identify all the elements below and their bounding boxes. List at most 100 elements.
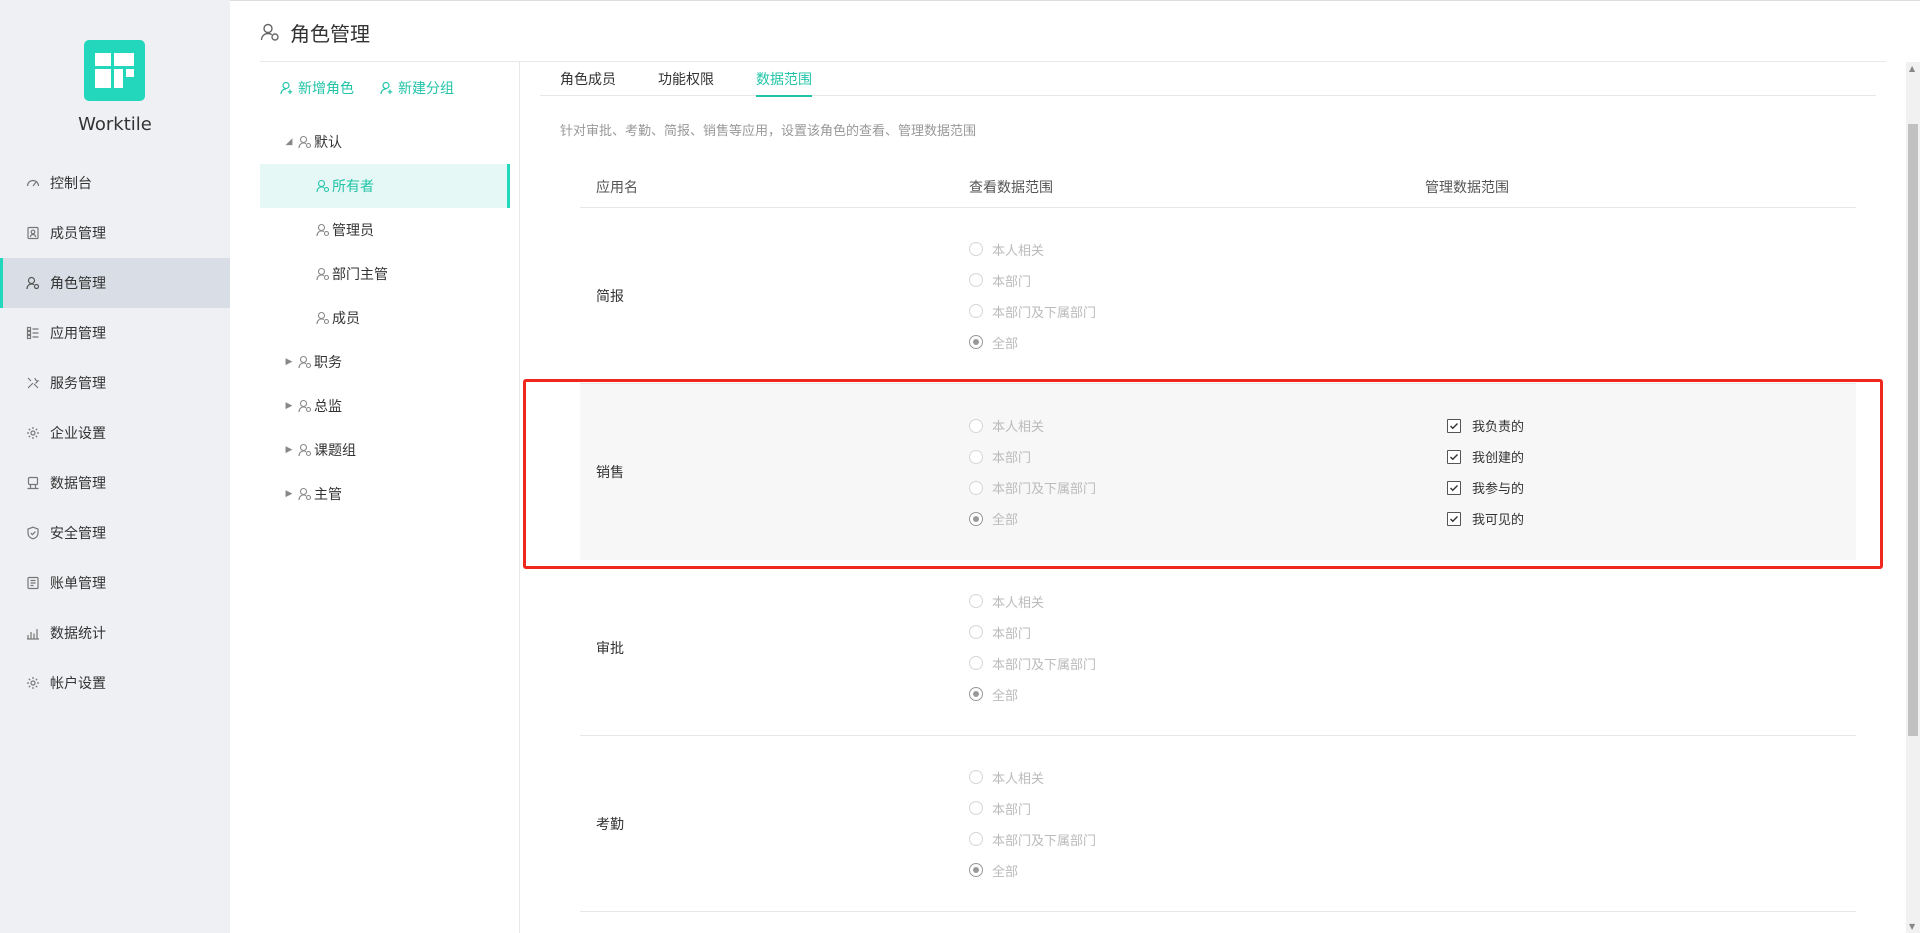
tab-1[interactable]: 功能权限 (658, 62, 714, 96)
radio-button-icon[interactable] (969, 335, 983, 349)
role-tree: ◢ 默认 所有者 管理员部门主管成员 ▶ 职务 ▶ 总监 ▶ 课题组 ▶ 主管 (260, 120, 510, 516)
manage-scope-checkbox[interactable]: 我负责的 (1447, 410, 1856, 441)
checkbox-checked-icon[interactable] (1447, 449, 1461, 464)
role-tree-item[interactable]: ▶ 职务 (260, 340, 510, 384)
view-scope-radio[interactable]: 本部门 (969, 441, 1415, 472)
checkbox-checked-icon[interactable] (1447, 418, 1461, 433)
radio-button-icon[interactable] (969, 770, 983, 784)
sidebar-item-label: 安全管理 (50, 526, 106, 542)
role-tree-item[interactable]: 所有者 (260, 164, 510, 208)
role-tree-item[interactable]: ▶ 主管 (260, 472, 510, 516)
view-scope-radio[interactable]: 本人相关 (969, 234, 1415, 265)
radio-button-icon[interactable] (969, 801, 983, 815)
radio-label: 本人相关 (992, 243, 1045, 259)
view-scope-radio[interactable]: 本部门及下属部门 (969, 648, 1415, 679)
bill-icon (26, 576, 40, 590)
sidebar-item-7[interactable]: 安全管理 (0, 508, 230, 558)
radio-button-icon[interactable] (969, 594, 983, 608)
view-scope-radio[interactable]: 本人相关 (969, 410, 1415, 441)
checkbox-label: 我负责的 (1472, 420, 1525, 435)
app-name: Worktile (78, 114, 152, 135)
caret-right-icon[interactable]: ▶ (284, 445, 294, 455)
view-scope-radio[interactable]: 全部 (969, 679, 1415, 710)
table-header: 应用名 查看数据范围 管理数据范围 (580, 166, 1856, 208)
user-icon (298, 443, 312, 457)
view-scope-cell: 本人相关本部门本部门及下属部门 全部 (955, 586, 1415, 710)
radio-button-icon[interactable] (969, 863, 983, 877)
data-scope-description: 针对审批、考勤、简报、销售等应用，设置该角色的查看、管理数据范围 (560, 124, 977, 139)
radio-button-icon[interactable] (969, 832, 983, 846)
sidebar-item-4[interactable]: 服务管理 (0, 358, 230, 408)
caret-down-icon[interactable]: ◢ (284, 137, 294, 147)
sidebar-item-10[interactable]: 帐户设置 (0, 658, 230, 708)
role-tree-label: 职务 (314, 355, 342, 371)
sidebar-item-3[interactable]: 应用管理 (0, 308, 230, 358)
view-scope-radio-group: 本人相关本部门本部门及下属部门 全部 (969, 586, 1415, 710)
radio-button-icon[interactable] (969, 511, 983, 526)
sidebar-item-label: 控制台 (50, 176, 92, 192)
tab-2[interactable]: 数据范围 (756, 62, 812, 97)
radio-button-icon[interactable] (969, 273, 983, 287)
add-role-label: 新增角色 (298, 81, 354, 97)
radio-button-icon[interactable] (969, 656, 983, 670)
role-actions: 新增角色 新建分组 (280, 78, 454, 98)
sidebar-item-0[interactable]: 控制台 (0, 158, 230, 208)
sidebar-item-6[interactable]: 数据管理 (0, 458, 230, 508)
checkbox-checked-icon[interactable] (1447, 511, 1461, 526)
sidebar-item-label: 帐户设置 (50, 676, 106, 692)
view-scope-radio[interactable]: 本部门 (969, 793, 1415, 824)
user-icon (298, 135, 312, 149)
caret-right-icon[interactable]: ▶ (284, 357, 294, 367)
radio-button-icon[interactable] (969, 304, 983, 318)
radio-button-icon[interactable] (969, 480, 983, 495)
sidebar-item-2[interactable]: 角色管理 (0, 258, 230, 308)
radio-button-icon[interactable] (969, 625, 983, 639)
radio-label: 本部门 (992, 626, 1032, 642)
gear-icon (26, 676, 40, 690)
role-tree-item[interactable]: ◢ 默认 (260, 120, 510, 164)
caret-right-icon[interactable]: ▶ (284, 401, 294, 411)
scroll-down-arrow-icon[interactable]: ▼ (1909, 922, 1915, 931)
add-group-button[interactable]: 新建分组 (380, 78, 454, 98)
scroll-up-arrow-icon[interactable]: ▲ (1909, 64, 1915, 73)
manage-scope-checkbox[interactable]: 我创建的 (1447, 441, 1856, 472)
view-scope-radio[interactable]: 本部门及下属部门 (969, 824, 1415, 855)
caret-right-icon[interactable]: ▶ (284, 489, 294, 499)
manage-scope-checkbox[interactable]: 我可见的 (1447, 503, 1856, 534)
dashboard-icon (26, 176, 40, 190)
radio-button-icon[interactable] (969, 242, 983, 256)
view-scope-radio[interactable]: 全部 (969, 855, 1415, 886)
role-tree-label: 成员 (332, 311, 360, 327)
view-scope-radio[interactable]: 本人相关 (969, 762, 1415, 793)
radio-label: 全部 (992, 336, 1019, 352)
view-scope-radio[interactable]: 全部 (969, 327, 1415, 358)
view-scope-radio[interactable]: 本部门 (969, 265, 1415, 296)
sidebar-item-label: 服务管理 (50, 376, 106, 392)
role-tree-label: 部门主管 (332, 267, 388, 283)
vertical-scrollbar[interactable]: ▲ ▼ (1906, 62, 1920, 933)
view-scope-radio[interactable]: 本部门 (969, 617, 1415, 648)
checkbox-checked-icon[interactable] (1447, 480, 1461, 495)
scrollbar-thumb[interactable] (1908, 124, 1918, 736)
manage-scope-checkbox[interactable]: 我参与的 (1447, 472, 1856, 503)
sidebar-item-8[interactable]: 账单管理 (0, 558, 230, 608)
sidebar-item-9[interactable]: 数据统计 (0, 608, 230, 658)
role-tree-item[interactable]: ▶ 课题组 (260, 428, 510, 472)
role-tree-item[interactable]: 管理员 (260, 208, 510, 252)
add-role-button[interactable]: 新增角色 (280, 78, 354, 98)
radio-button-icon[interactable] (969, 687, 983, 701)
radio-button-icon[interactable] (969, 449, 983, 464)
role-tree-item[interactable]: 部门主管 (260, 252, 510, 296)
sidebar-item-5[interactable]: 企业设置 (0, 408, 230, 458)
radio-button-icon[interactable] (969, 418, 983, 433)
view-scope-radio[interactable]: 本人相关 (969, 586, 1415, 617)
role-tree-item[interactable]: 成员 (260, 296, 510, 340)
view-scope-radio[interactable]: 全部 (969, 503, 1415, 534)
role-tree-item[interactable]: ▶ 总监 (260, 384, 510, 428)
view-scope-radio[interactable]: 本部门及下属部门 (969, 472, 1415, 503)
radio-label: 本部门及下属部门 (992, 482, 1097, 497)
app-cell: 审批 (580, 638, 955, 658)
sidebar-item-1[interactable]: 成员管理 (0, 208, 230, 258)
view-scope-radio[interactable]: 本部门及下属部门 (969, 296, 1415, 327)
tab-0[interactable]: 角色成员 (560, 62, 616, 96)
